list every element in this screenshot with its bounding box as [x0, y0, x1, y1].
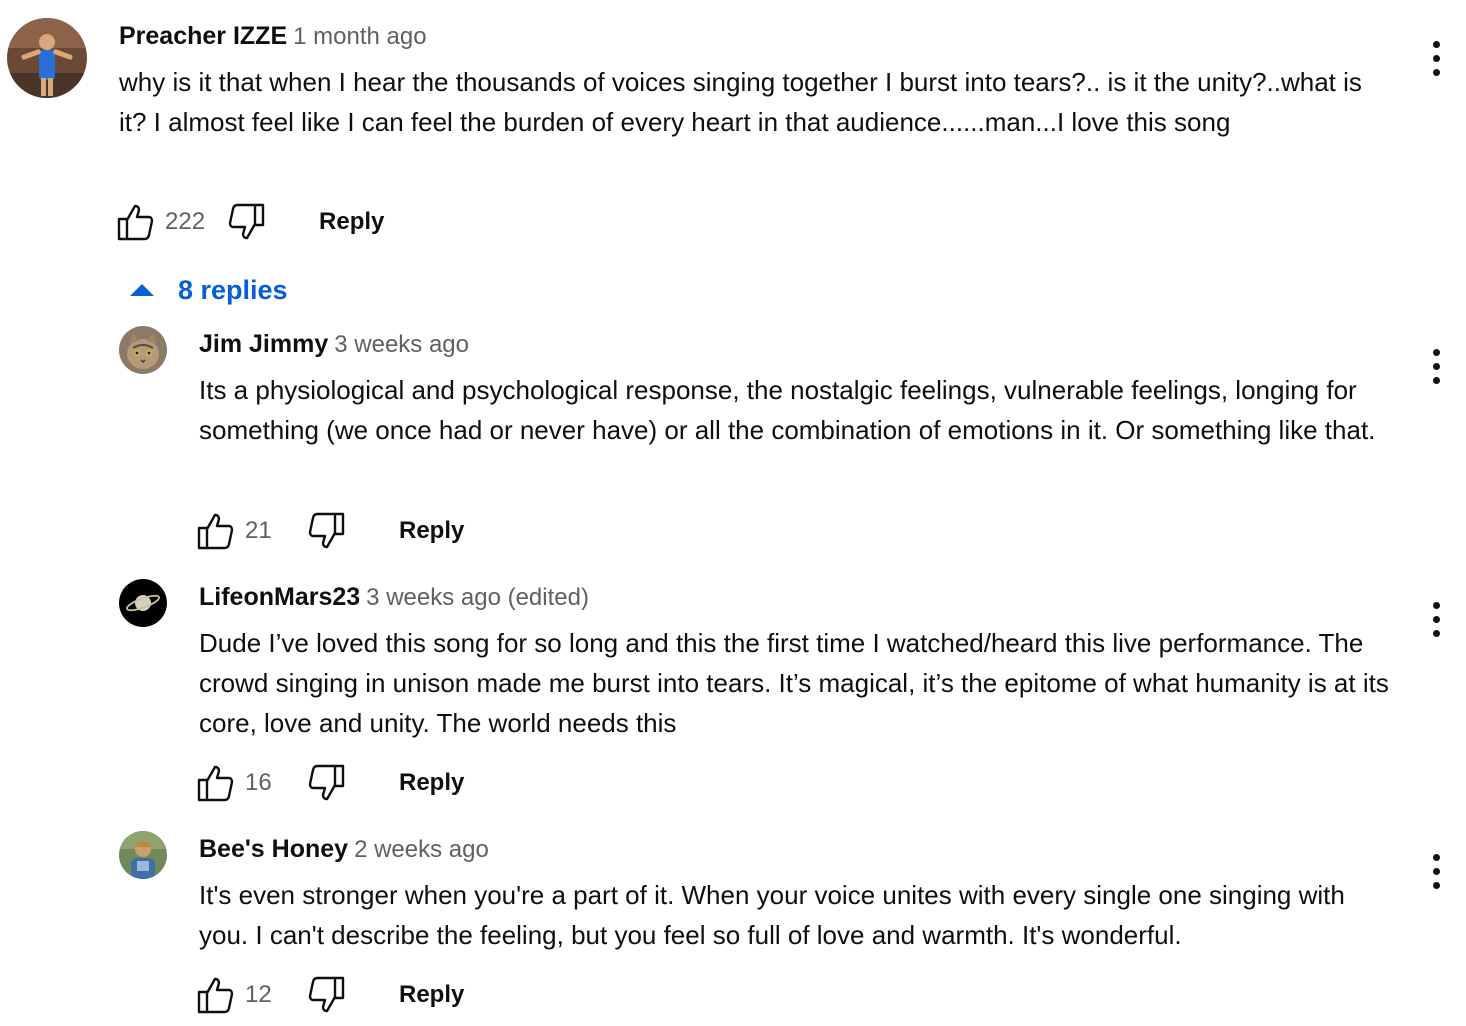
- more-vert-icon[interactable]: [1424, 38, 1448, 78]
- comment-text: Its a physiological and psychological re…: [199, 375, 1376, 445]
- comment-time[interactable]: 3 weeks ago (edited): [366, 584, 589, 611]
- reply-button[interactable]: Reply: [399, 981, 464, 1009]
- reply-button[interactable]: Reply: [399, 517, 464, 545]
- like-button[interactable]: [195, 763, 235, 803]
- comment-time[interactable]: 3 weeks ago: [334, 331, 469, 358]
- dislike-button[interactable]: [307, 975, 347, 1015]
- thumb-up-icon: [197, 765, 234, 802]
- more-vert-icon[interactable]: [1424, 599, 1448, 639]
- author-name[interactable]: LifeonMars23: [199, 583, 360, 611]
- replies-toggle-button[interactable]: 8 replies: [130, 270, 288, 310]
- like-button[interactable]: [115, 202, 155, 242]
- author-name[interactable]: Bee's Honey: [199, 835, 348, 863]
- dislike-button[interactable]: [307, 511, 347, 551]
- avatar-image: [7, 18, 87, 98]
- comment-actions: 222 Reply: [115, 200, 384, 244]
- menu-dot: [1432, 853, 1440, 861]
- avatar-lifeonmars23[interactable]: [119, 579, 167, 627]
- replies-count-label: 8 replies: [178, 274, 288, 305]
- avatar-jim-jimmy[interactable]: [119, 326, 167, 374]
- comment-header: Preacher IZZE 1 month ago: [119, 21, 427, 55]
- thumb-down-icon: [308, 764, 345, 801]
- comment-header: LifeonMars23 3 weeks ago (edited): [199, 582, 589, 616]
- reply-button[interactable]: Reply: [319, 208, 384, 236]
- reply-comment: Jim Jimmy 3 weeks ago Its a physiological…: [0, 318, 1466, 558]
- thumb-up-icon: [197, 513, 234, 550]
- menu-dot: [1432, 867, 1440, 875]
- avatar-bees-honey[interactable]: [119, 831, 167, 879]
- menu-dot: [1432, 68, 1440, 76]
- comment-actions: 12 Reply: [195, 973, 464, 1017]
- reply-comment: Bee's Honey 2 weeks ago It's even stronge…: [0, 823, 1466, 1026]
- menu-dot: [1432, 376, 1440, 384]
- like-count: 16: [245, 769, 272, 796]
- menu-dot: [1432, 629, 1440, 637]
- thumb-down-icon: [228, 203, 265, 240]
- comment-actions: 21 Reply: [195, 509, 464, 553]
- comment-time[interactable]: 2 weeks ago: [354, 836, 489, 863]
- reply-button[interactable]: Reply: [399, 769, 464, 797]
- menu-dot: [1432, 54, 1440, 62]
- comment-header: Jim Jimmy 3 weeks ago: [199, 329, 469, 363]
- menu-dot: [1432, 362, 1440, 370]
- caret-up-icon: [130, 284, 154, 296]
- author-name[interactable]: Jim Jimmy: [199, 330, 328, 358]
- like-button[interactable]: [195, 975, 235, 1015]
- thumb-down-icon: [308, 512, 345, 549]
- thumb-up-icon: [197, 977, 234, 1014]
- author-name[interactable]: Preacher IZZE: [119, 22, 287, 50]
- menu-dot: [1432, 881, 1440, 889]
- comment-actions: 16 Reply: [195, 761, 464, 805]
- comment-time[interactable]: 1 month ago: [293, 23, 426, 50]
- like-count: 222: [165, 208, 206, 235]
- dislike-button[interactable]: [307, 763, 347, 803]
- dislike-button[interactable]: [227, 202, 267, 242]
- more-vert-icon[interactable]: [1424, 346, 1448, 386]
- thumb-up-icon: [117, 204, 154, 241]
- comment-text: why is it that when I hear the thousands…: [119, 67, 1362, 137]
- menu-dot: [1432, 601, 1440, 609]
- menu-dot: [1432, 40, 1440, 48]
- comment-text: It's even stronger when you're a part of…: [199, 880, 1345, 950]
- like-count: 12: [245, 981, 272, 1008]
- like-button[interactable]: [195, 511, 235, 551]
- comment-text: Dude I’ve loved this song for so long an…: [199, 628, 1389, 738]
- avatar-image: [119, 831, 167, 879]
- avatar-image: [119, 326, 167, 374]
- avatar-image: [119, 579, 167, 627]
- menu-dot: [1432, 615, 1440, 623]
- thumb-down-icon: [308, 976, 345, 1013]
- like-count: 21: [245, 517, 272, 544]
- avatar-preacher-izze[interactable]: [7, 18, 87, 98]
- more-vert-icon[interactable]: [1424, 851, 1448, 891]
- top-comment: Preacher IZZE 1 month ago why is it that …: [0, 0, 1466, 260]
- comment-header: Bee's Honey 2 weeks ago: [199, 834, 489, 868]
- menu-dot: [1432, 348, 1440, 356]
- reply-comment: LifeonMars23 3 weeks ago (edited) Dude I’…: [0, 571, 1466, 811]
